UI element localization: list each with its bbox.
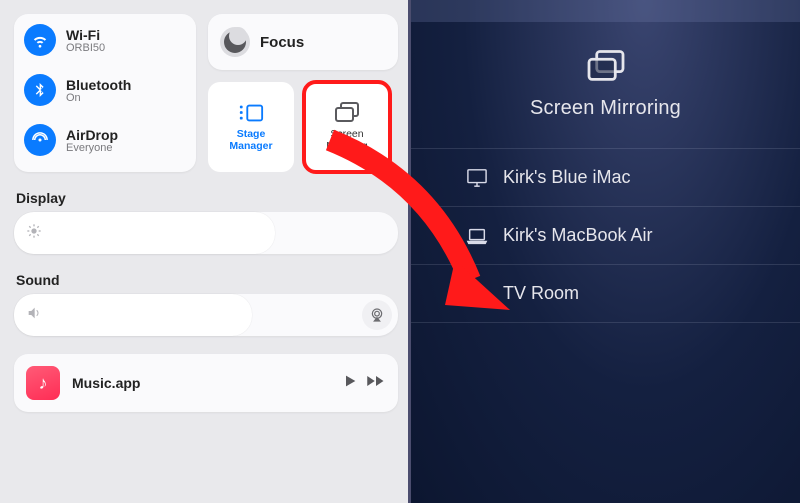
wifi-item[interactable]: Wi-Fi ORBI50: [24, 24, 188, 56]
bluetooth-sub: On: [66, 92, 131, 104]
wifi-icon: [24, 24, 56, 56]
control-center-panel: Wi-Fi ORBI50 Bluetooth On AirDrop: [0, 0, 411, 503]
device-label: TV Room: [503, 283, 579, 304]
airdrop-text: AirDrop Everyone: [66, 127, 118, 154]
sound-title: Sound: [14, 272, 398, 288]
airdrop-icon: [24, 124, 56, 156]
airdrop-title: AirDrop: [66, 127, 118, 143]
display-slider-fill: [14, 212, 275, 254]
music-app-label: Music.app: [72, 375, 330, 391]
sound-slider[interactable]: [14, 294, 398, 336]
connectivity-card: Wi-Fi ORBI50 Bluetooth On AirDrop: [14, 14, 196, 172]
bluetooth-text: Bluetooth On: [66, 77, 131, 104]
svg-text:tv: tv: [474, 292, 480, 298]
mirroring-title: Screen Mirroring: [530, 97, 681, 120]
top-row: Wi-Fi ORBI50 Bluetooth On AirDrop: [14, 14, 398, 172]
sound-slider-fill: [14, 294, 252, 336]
display-slider[interactable]: [14, 212, 398, 254]
stage-manager-label: Stage Manager: [229, 128, 272, 152]
top-right-column: Focus Stage Manager Screen Mirroring: [208, 14, 398, 172]
play-button[interactable]: [342, 373, 358, 394]
bluetooth-icon: [24, 74, 56, 106]
airdrop-item[interactable]: AirDrop Everyone: [24, 124, 188, 156]
now-playing-card[interactable]: ♪ Music.app: [14, 354, 398, 412]
display-title: Display: [14, 190, 398, 206]
mirroring-device-tvroom[interactable]: tv TV Room: [411, 265, 800, 323]
mirroring-device-list: Kirk's Blue iMac Kirk's MacBook Air tv T…: [411, 148, 800, 323]
device-label: Kirk's MacBook Air: [503, 225, 652, 246]
display-section: Display: [14, 190, 398, 254]
mirroring-header: Screen Mirroring: [411, 50, 800, 120]
tile-row: Stage Manager Screen Mirroring: [208, 82, 398, 172]
wifi-text: Wi-Fi ORBI50: [66, 27, 105, 54]
music-app-icon: ♪: [26, 366, 60, 400]
focus-card[interactable]: Focus: [208, 14, 398, 70]
music-controls: [342, 373, 386, 394]
wifi-title: Wi-Fi: [66, 27, 105, 43]
mirroring-device-imac[interactable]: Kirk's Blue iMac: [411, 148, 800, 207]
desktop-icon: [465, 168, 489, 188]
brightness-icon: [26, 223, 42, 244]
screen-mirroring-tile[interactable]: Screen Mirroring: [304, 82, 390, 172]
mirroring-header-icon: [585, 50, 627, 89]
laptop-icon: [465, 226, 489, 246]
stage-manager-tile[interactable]: Stage Manager: [208, 82, 294, 172]
bluetooth-item[interactable]: Bluetooth On: [24, 74, 188, 106]
moon-icon: [220, 27, 250, 57]
focus-label: Focus: [260, 34, 304, 51]
forward-button[interactable]: [366, 373, 386, 394]
stage-manager-icon: [238, 102, 264, 124]
speaker-icon: [26, 305, 42, 326]
audio-airplay-button[interactable]: [362, 300, 392, 330]
screen-mirroring-panel: Screen Mirroring Kirk's Blue iMac Kirk's…: [411, 0, 800, 503]
mirroring-device-macbook[interactable]: Kirk's MacBook Air: [411, 207, 800, 265]
screen-mirroring-label: Screen Mirroring: [326, 128, 367, 152]
appletv-icon: tv: [465, 284, 489, 304]
sound-section: Sound: [14, 272, 398, 336]
airdrop-sub: Everyone: [66, 142, 118, 154]
wifi-sub: ORBI50: [66, 42, 105, 54]
bluetooth-title: Bluetooth: [66, 77, 131, 93]
device-label: Kirk's Blue iMac: [503, 167, 630, 188]
screen-mirroring-icon: [334, 102, 360, 124]
